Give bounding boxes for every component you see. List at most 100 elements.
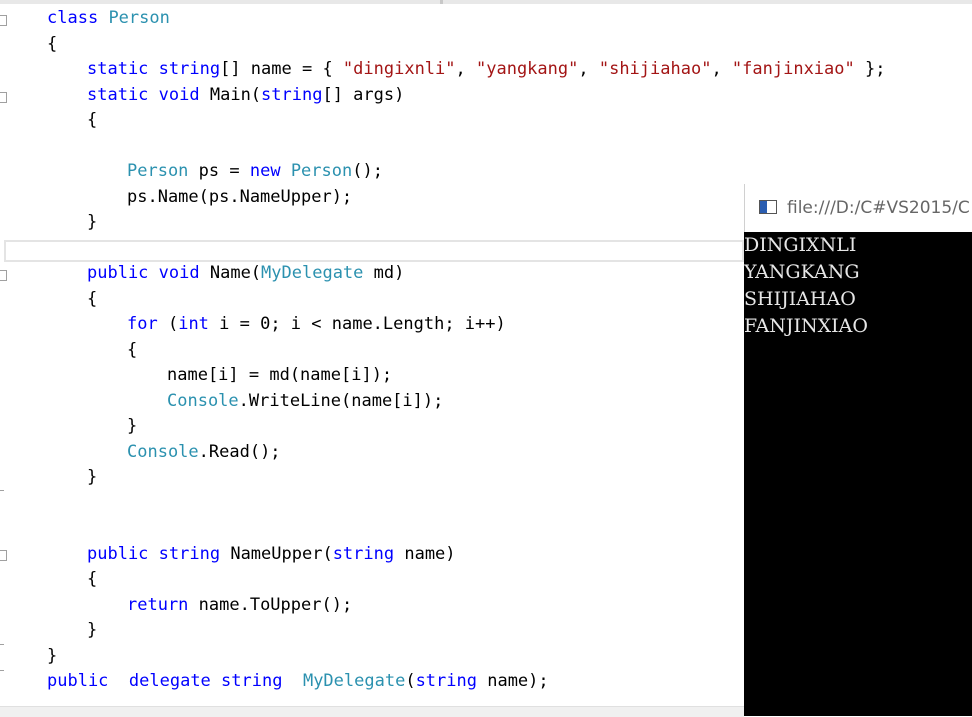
code-token: static [87,59,149,79]
code-line: Console.WriteLine(name[i]); [167,389,443,414]
code-token: } [87,212,98,232]
code-token: return [127,594,189,615]
collapse-icon[interactable] [0,270,7,281]
console-output-line: YANGKANG [744,261,860,283]
code-line: public void Name(MyDelegate md) [87,261,404,286]
code-token: { [47,33,58,54]
code-token: public [87,543,149,564]
code-token: { [87,288,98,309]
code-token: void [158,84,200,105]
code-token: string [415,671,477,691]
console-window[interactable]: file:///D:/C#VS2015/C DINGIXNLI YANGKANG… [744,184,972,716]
code-line: name[i] = md(name[i]); [167,363,392,388]
console-output-line: FANJINXIAO [744,315,868,337]
code-token: } [47,645,58,666]
code-token: Console [127,441,199,462]
code-line: Console.Read(); [127,440,281,465]
console-titlebar[interactable]: file:///D:/C#VS2015/C [744,184,972,232]
code-token: } [87,620,98,640]
code-token: void [158,263,200,283]
code-line: { [127,338,137,363]
code-token: string [158,543,221,564]
code-line: } [87,618,97,643]
code-line: static void Main(string[] args) [87,83,404,108]
code-token: string [221,671,283,691]
code-token: Console [167,390,239,411]
code-token: [] name = { [220,59,343,79]
code-token: Name( [199,263,262,283]
code-line: class Person [47,6,170,31]
code-token: Person [290,161,353,181]
code-line: { [87,567,97,592]
code-line: } [87,210,97,235]
code-line: public string NameUpper(string name) [87,542,456,567]
horizontal-scrollbar[interactable] [0,706,744,717]
code-token: "yangkang" [476,59,579,79]
code-token: string [332,543,395,564]
code-token: Person [127,161,189,181]
code-token: name) [394,543,456,564]
outline-end-tick [0,670,4,671]
code-token: { [87,110,98,130]
current-line-highlight [4,240,744,262]
code-token: NameUpper( [220,543,333,564]
code-token: .WriteLine(name[i]); [238,390,444,411]
code-line: return name.ToUpper(); [127,593,352,618]
code-token: }; [854,59,886,79]
collapse-icon[interactable] [0,15,7,26]
code-line: static string[] name = { "dingixnli", "y… [87,57,885,82]
code-token: class [47,8,99,28]
code-line: } [47,644,57,669]
code-token: for [127,314,158,334]
code-line: Person ps = new Person(); [127,159,383,184]
code-token: , [455,59,476,79]
code-line: { [87,287,97,312]
code-token: ( [405,671,416,691]
code-line: } [127,414,137,439]
code-token: { [87,569,98,589]
collapse-icon[interactable] [0,550,7,561]
code-line: } [87,465,97,490]
code-line: for (int i = 0; i < name.Length; i++) [127,312,506,337]
code-token: "shijiahao" [598,59,712,79]
code-line: { [47,32,57,57]
code-token: ( [157,314,179,334]
code-token: MyDelegate [302,671,406,691]
code-token: "dingixnli" [342,59,456,79]
code-token: int [178,314,209,334]
code-token: new [249,161,281,181]
code-token: MyDelegate [261,263,364,283]
code-token: Person [108,8,170,28]
outline-end-tick [0,490,4,491]
code-token: name[i] = md(name[i]); [167,365,393,385]
code-line: public delegate string MyDelegate(string… [47,669,549,694]
console-window-icon [759,200,777,214]
code-token: ps.Name(ps.NameUpper); [127,186,353,207]
code-line: ps.Name(ps.NameUpper); [127,185,352,210]
console-title: file:///D:/C#VS2015/C [787,198,970,218]
code-token: , [578,59,599,79]
code-token: delegate [128,671,211,691]
code-token: string [261,84,323,105]
code-token: string [158,59,221,79]
collapse-icon[interactable] [0,92,7,103]
code-token: md) [363,263,405,283]
code-line: { [87,108,97,133]
code-token: "fanjinxiao" [731,59,855,79]
code-token: public [87,263,149,283]
code-token: Main( [199,84,262,105]
code-token: .Read(); [198,441,281,462]
code-token: i = 0; i < name.Length; i++) [208,314,506,334]
code-token: name.ToUpper(); [188,594,353,615]
console-output-line: SHIJIAHAO [744,288,856,310]
console-output: DINGIXNLI YANGKANG SHIJIAHAO FANJINXIAO [744,232,972,340]
code-token: } [87,467,98,487]
